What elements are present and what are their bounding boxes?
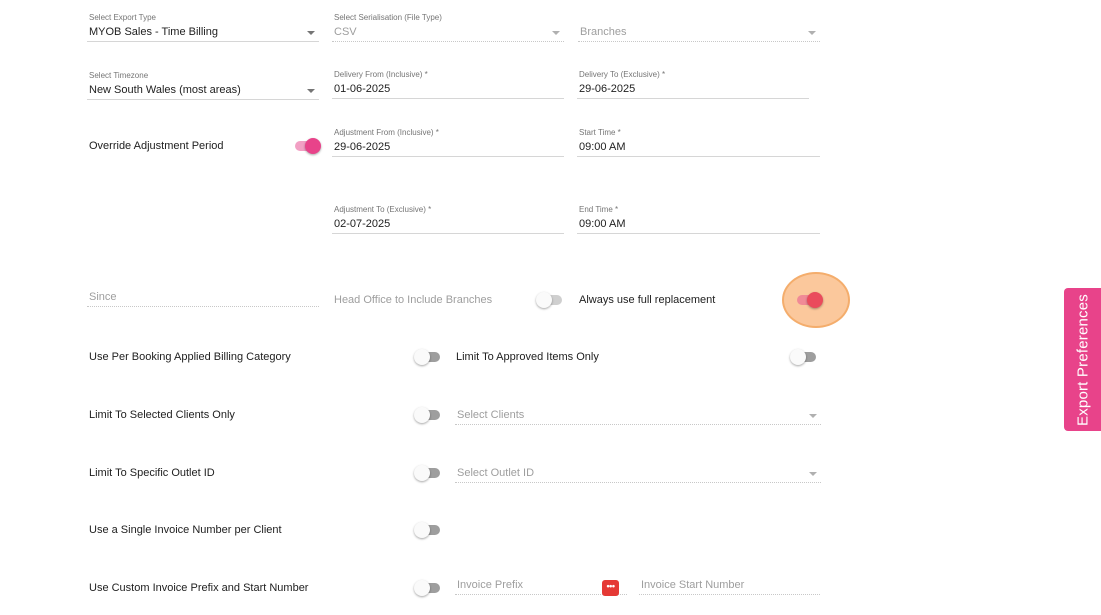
timezone-select[interactable]: New South Wales (most areas): [87, 82, 319, 100]
full-replacement-toggle[interactable]: [795, 292, 823, 308]
export-preferences-label: Export Preferences: [1074, 293, 1091, 426]
approved-items-label: Limit To Approved Items Only: [456, 351, 599, 363]
serialisation-value: CSV: [334, 26, 357, 38]
select-clients-placeholder: Select Clients: [457, 409, 525, 421]
adjustment-to-label: Adjustment To (Exclusive) *: [334, 205, 432, 214]
select-outlet-placeholder: Select Outlet ID: [457, 467, 535, 479]
specific-outlet-label: Limit To Specific Outlet ID: [89, 467, 215, 479]
select-outlet-dropdown[interactable]: Select Outlet ID: [455, 465, 821, 483]
export-type-label: Select Export Type: [89, 13, 156, 22]
toggle-thumb: [807, 292, 823, 308]
select-clients-dropdown[interactable]: Select Clients: [455, 407, 821, 425]
chevron-down-icon: [809, 414, 817, 418]
selected-clients-label: Limit To Selected Clients Only: [89, 409, 235, 421]
delivery-to-input[interactable]: 29-06-2025: [577, 81, 809, 99]
invoice-start-number-input[interactable]: Invoice Start Number: [639, 577, 820, 595]
end-time-label: End Time *: [579, 205, 619, 214]
timezone-label: Select Timezone: [89, 71, 149, 80]
approved-items-toggle[interactable]: [790, 349, 818, 365]
end-time-input[interactable]: 09:00 AM: [577, 216, 820, 234]
dots-glyph: •••: [606, 581, 615, 591]
start-time-label: Start Time *: [579, 128, 621, 137]
toggle-thumb: [414, 407, 430, 423]
chevron-down-icon: [809, 472, 817, 476]
override-adjustment-toggle[interactable]: [293, 138, 321, 154]
serialisation-label: Select Serialisation (File Type): [334, 13, 442, 22]
since-input[interactable]: Since: [87, 289, 319, 307]
selected-clients-toggle[interactable]: [414, 407, 442, 423]
adjustment-from-label: Adjustment From (Inclusive) *: [334, 128, 439, 137]
export-preferences-tab[interactable]: Export Preferences: [1064, 288, 1101, 431]
chevron-down-icon: [552, 31, 560, 35]
delivery-from-input[interactable]: 01-06-2025: [332, 81, 564, 99]
more-dots-icon[interactable]: •••: [602, 580, 619, 596]
chevron-down-icon: [307, 89, 315, 93]
serialisation-select[interactable]: CSV: [332, 24, 564, 42]
toggle-thumb: [414, 465, 430, 481]
start-time-input[interactable]: 09:00 AM: [577, 139, 820, 157]
chevron-down-icon: [307, 31, 315, 35]
head-office-toggle[interactable]: [536, 292, 564, 308]
branches-placeholder: Branches: [580, 26, 627, 38]
delivery-from-label: Delivery From (Inclusive) *: [334, 70, 428, 79]
toggle-thumb: [536, 292, 552, 308]
toggle-thumb: [414, 522, 430, 538]
toggle-thumb: [790, 349, 806, 365]
export-type-select[interactable]: MYOB Sales - Time Billing: [87, 24, 319, 42]
timezone-value: New South Wales (most areas): [89, 84, 241, 96]
custom-invoice-toggle[interactable]: [414, 580, 442, 596]
per-booking-billing-toggle[interactable]: [414, 349, 442, 365]
toggle-thumb: [414, 349, 430, 365]
head-office-label: Head Office to Include Branches: [334, 294, 493, 306]
single-invoice-toggle[interactable]: [414, 522, 442, 538]
single-invoice-label: Use a Single Invoice Number per Client: [89, 524, 282, 536]
adjustment-from-input[interactable]: 29-06-2025: [332, 139, 564, 157]
custom-invoice-label: Use Custom Invoice Prefix and Start Numb…: [89, 582, 309, 594]
toggle-thumb: [414, 580, 430, 596]
full-replacement-label: Always use full replacement: [579, 294, 716, 306]
branches-select[interactable]: Branches: [578, 24, 820, 42]
toggle-thumb: [305, 138, 321, 154]
export-type-value: MYOB Sales - Time Billing: [89, 26, 218, 38]
delivery-to-label: Delivery To (Exclusive) *: [579, 70, 666, 79]
specific-outlet-toggle[interactable]: [414, 465, 442, 481]
adjustment-to-input[interactable]: 02-07-2025: [332, 216, 564, 234]
per-booking-billing-label: Use Per Booking Applied Billing Category: [89, 351, 291, 363]
override-adjustment-label: Override Adjustment Period: [89, 140, 224, 152]
chevron-down-icon: [808, 31, 816, 35]
